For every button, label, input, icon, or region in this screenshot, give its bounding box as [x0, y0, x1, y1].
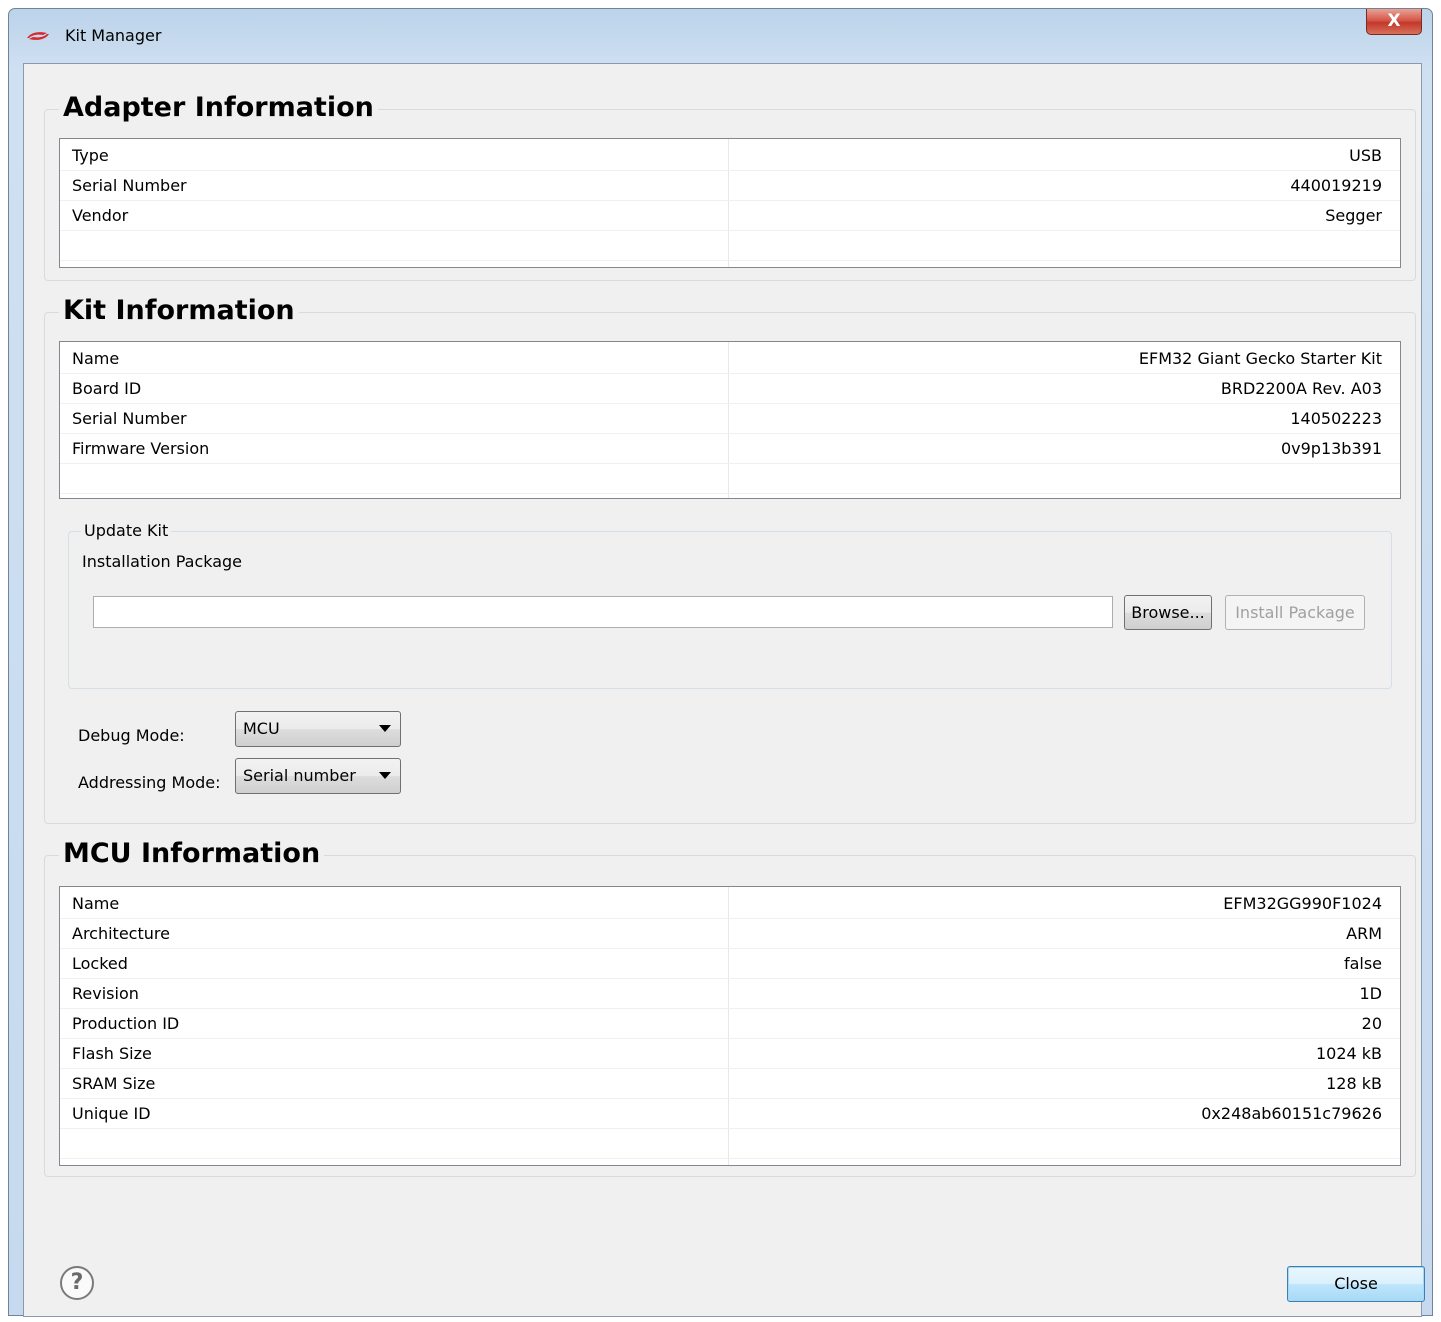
close-window-button[interactable]: X [1366, 9, 1422, 35]
property-key: Architecture [72, 924, 170, 943]
table-row[interactable]: Production ID 20 [60, 1009, 1400, 1039]
property-value: ARM [1346, 924, 1382, 943]
chevron-down-icon [379, 772, 391, 779]
window-title: Kit Manager [65, 26, 162, 45]
kit-information-group: Kit Information Name EFM32 Giant Gecko St… [44, 295, 1416, 824]
kit-properties-table[interactable]: Name EFM32 Giant Gecko Starter Kit Board … [59, 341, 1401, 499]
install-package-button-label: Install Package [1235, 603, 1355, 622]
property-value: 1024 kB [1315, 1044, 1382, 1063]
property-key: Production ID [72, 1014, 180, 1033]
table-row[interactable]: Firmware Version 0v9p13b391 [60, 434, 1400, 464]
debug-mode-select[interactable]: MCU [235, 711, 401, 747]
close-button[interactable]: Close [1287, 1266, 1425, 1302]
table-row[interactable]: Architecture ARM [60, 919, 1400, 949]
property-value: 0v9p13b391 [1280, 439, 1382, 458]
property-value: 140502223 [1290, 409, 1382, 428]
kit-information-title: Kit Information [59, 295, 299, 326]
table-row[interactable]: Unique ID 0x248ab60151c79626 [60, 1099, 1400, 1129]
property-key: Serial Number [72, 176, 187, 195]
mcu-properties-table[interactable]: Name EFM32GG990F1024 Architecture ARM Lock… [59, 886, 1401, 1166]
close-icon: X [1387, 11, 1401, 31]
property-key: SRAM Size [72, 1074, 156, 1093]
installation-package-input[interactable] [93, 596, 1113, 628]
property-key: Locked [72, 954, 128, 973]
property-key: Revision [72, 984, 139, 1003]
update-kit-group: Update Kit Installation Package Browse..… [68, 521, 1392, 689]
adapter-properties-table[interactable]: Type USB Serial Number 440019219 Vendor Seg… [59, 138, 1401, 268]
empty-table-row [60, 464, 1400, 494]
property-value: 20 [1361, 1014, 1382, 1033]
property-value: 128 kB [1326, 1074, 1382, 1093]
table-row[interactable]: Board ID BRD2200A Rev. A03 [60, 374, 1400, 404]
close-button-label: Close [1334, 1274, 1378, 1293]
update-kit-title: Update Kit [81, 521, 172, 540]
chevron-down-icon [379, 725, 391, 732]
property-value: false [1343, 954, 1382, 973]
debug-mode-label: Debug Mode: [78, 726, 185, 745]
title-bar: Kit Manager X [9, 9, 1432, 63]
table-row[interactable]: SRAM Size 128 kB [60, 1069, 1400, 1099]
property-value: BRD2200A Rev. A03 [1220, 379, 1382, 398]
property-key: Board ID [72, 379, 142, 398]
property-key: Unique ID [72, 1104, 151, 1123]
table-row[interactable]: Locked false [60, 949, 1400, 979]
browse-button-label: Browse... [1131, 603, 1205, 622]
property-key: Name [72, 349, 120, 368]
property-key: Flash Size [72, 1044, 152, 1063]
property-key: Serial Number [72, 409, 187, 428]
property-key: Type [72, 146, 109, 165]
table-row[interactable]: Serial Number 440019219 [60, 171, 1400, 201]
addressing-mode-select[interactable]: Serial number [235, 758, 401, 794]
property-value: EFM32GG990F1024 [1223, 894, 1382, 913]
browse-button[interactable]: Browse... [1124, 595, 1212, 630]
table-row[interactable]: Name EFM32GG990F1024 [60, 889, 1400, 919]
adapter-information-title: Adapter Information [59, 92, 378, 123]
property-key: Name [72, 894, 120, 913]
empty-table-row [60, 231, 1400, 261]
table-row[interactable]: Vendor Segger [60, 201, 1400, 231]
debug-mode-value: MCU [243, 719, 280, 738]
property-value: USB [1349, 146, 1382, 165]
addressing-mode-value: Serial number [243, 766, 356, 785]
mcu-information-group: MCU Information Name EFM32GG990F1024 Arch… [44, 838, 1416, 1177]
installation-package-label: Installation Package [82, 552, 243, 571]
table-row[interactable]: Type USB [60, 141, 1400, 171]
property-key: Vendor [72, 206, 129, 225]
mcu-information-title: MCU Information [59, 838, 325, 869]
addressing-mode-label: Addressing Mode: [78, 773, 221, 792]
property-value: Segger [1325, 206, 1382, 225]
property-key: Firmware Version [72, 439, 210, 458]
property-value: 440019219 [1290, 176, 1382, 195]
kit-manager-window: Kit Manager X Adapter Information Type US… [8, 8, 1433, 1317]
dialog-body: Adapter Information Type USB Serial Numbe… [23, 63, 1425, 1317]
table-row[interactable]: Name EFM32 Giant Gecko Starter Kit [60, 344, 1400, 374]
empty-table-row [60, 1129, 1400, 1159]
table-row[interactable]: Flash Size 1024 kB [60, 1039, 1400, 1069]
install-package-button[interactable]: Install Package [1225, 595, 1365, 630]
silicon-labs-logo-icon [27, 32, 49, 40]
property-value: EFM32 Giant Gecko Starter Kit [1138, 349, 1382, 368]
property-value: 0x248ab60151c79626 [1201, 1104, 1382, 1123]
help-icon[interactable]: ? [60, 1266, 94, 1300]
adapter-information-group: Adapter Information Type USB Serial Numbe… [44, 92, 1416, 281]
table-row[interactable]: Revision 1D [60, 979, 1400, 1009]
property-value: 1D [1359, 984, 1383, 1003]
table-row[interactable]: Serial Number 140502223 [60, 404, 1400, 434]
